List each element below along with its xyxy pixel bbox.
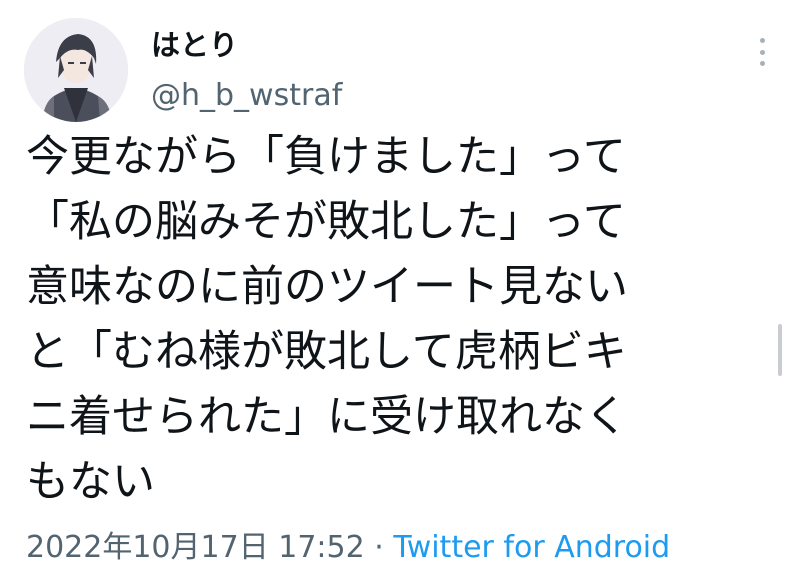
tweet-text-line: もない [26,457,155,507]
tweet-timestamp[interactable]: 2022年10月17日 17:52 [26,530,365,565]
tweet-text-line: ニ着せられた」に受け取れなく [26,392,628,442]
tweet-text-line: 「私の脳みそが敗北した」って [26,197,626,247]
tweet-text-line: と「むね様が敗北して虎柄ビキ [26,327,627,377]
avatar[interactable] [24,18,128,122]
tweet-source-link[interactable]: Twitter for Android [393,530,670,565]
tweet-text-line: 今更ながら「負けました」って [26,132,626,182]
more-vertical-icon[interactable] [752,36,772,68]
avatar-image [24,18,128,122]
tweet-text: 今更ながら「負けました」って 「私の脳みそが敗北した」って 意味なのに前のツイー… [26,125,786,515]
more-dot [759,49,765,55]
more-dot [759,61,765,66]
more-dot [759,38,765,43]
tweet-text-line: 意味なのに前のツイート見ない [26,262,628,312]
meta-separator: · [374,530,384,565]
scrollbar[interactable] [778,324,782,376]
tweet-meta: 2022年10月17日 17:52 · Twitter for Android [26,528,670,568]
user-handle[interactable]: @h_b_wstraf [151,78,342,114]
display-name[interactable]: はとり [151,28,238,62]
